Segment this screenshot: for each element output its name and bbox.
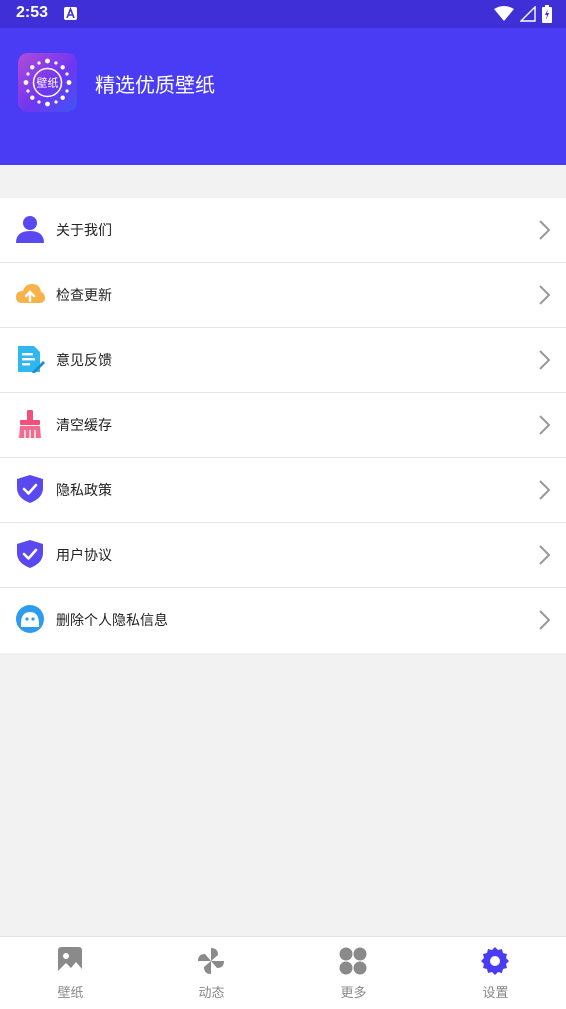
chevron-right-icon <box>539 285 551 305</box>
app-header: 壁纸 精选优质壁纸 <box>0 28 566 165</box>
menu-item-user-agreement[interactable]: 用户协议 <box>0 523 566 588</box>
user-icon <box>16 216 44 243</box>
logo-icon: 壁纸 <box>23 58 72 107</box>
chevron-right-icon <box>539 350 551 370</box>
chat-bot-icon <box>16 605 44 633</box>
menu-label: 清空缓存 <box>56 418 112 434</box>
tab-settings[interactable]: 设置 <box>425 937 566 1009</box>
broom-icon <box>19 410 41 438</box>
chevron-right-icon <box>539 220 551 240</box>
shield-check-icon <box>17 540 43 568</box>
app-logo: 壁纸 <box>18 53 77 112</box>
tab-wallpaper[interactable]: 壁纸 <box>0 937 141 1009</box>
status-icons <box>494 5 552 23</box>
tab-label: 设置 <box>482 986 509 1001</box>
menu-label: 用户协议 <box>56 548 112 564</box>
menu-item-privacy-policy[interactable]: 隐私政策 <box>0 458 566 523</box>
menu-item-delete-personal-info[interactable]: 删除个人隐私信息 <box>0 588 566 653</box>
image-icon <box>58 947 82 975</box>
chevron-right-icon <box>539 545 551 565</box>
tab-label: 壁纸 <box>57 986 84 1001</box>
app-title: 精选优质壁纸 <box>95 73 215 97</box>
tab-more[interactable]: 更多 <box>283 937 424 1009</box>
status-bar: 2:53 <box>0 0 566 28</box>
menu-item-feedback[interactable]: 意见反馈 <box>0 328 566 393</box>
menu-label: 检查更新 <box>56 288 112 304</box>
shield-check-icon <box>17 475 43 503</box>
menu-item-check-update[interactable]: 检查更新 <box>0 263 566 328</box>
wifi-icon <box>494 6 514 21</box>
menu-label: 关于我们 <box>56 223 112 239</box>
grid-icon <box>339 947 367 975</box>
bottom-tab-bar: 壁纸 动态 更多 设置 <box>0 936 566 1009</box>
tab-dynamic[interactable]: 动态 <box>141 937 282 1009</box>
menu-label: 隐私政策 <box>56 483 112 499</box>
battery-icon <box>542 5 552 23</box>
menu-item-about[interactable]: 关于我们 <box>0 198 566 263</box>
tab-label: 动态 <box>198 986 225 1001</box>
chevron-right-icon <box>539 480 551 500</box>
settings-menu: 关于我们 检查更新 意见反馈 清空缓存 隐私政策 用户协议 删除个人隐私信息 <box>0 198 566 653</box>
chevron-right-icon <box>539 415 551 435</box>
logo-text: 壁纸 <box>37 76 59 90</box>
notification-a-icon <box>64 7 77 20</box>
tab-label: 更多 <box>340 986 367 1001</box>
pinwheel-icon <box>198 948 224 974</box>
status-time: 2:53 <box>16 4 49 21</box>
feedback-doc-icon <box>18 346 45 373</box>
gear-icon <box>481 947 509 975</box>
menu-label: 意见反馈 <box>56 353 112 369</box>
menu-item-clear-cache[interactable]: 清空缓存 <box>0 393 566 458</box>
chevron-right-icon <box>539 610 551 630</box>
menu-label: 删除个人隐私信息 <box>56 613 168 629</box>
signal-icon <box>520 6 536 22</box>
cloud-upload-icon <box>16 284 45 303</box>
